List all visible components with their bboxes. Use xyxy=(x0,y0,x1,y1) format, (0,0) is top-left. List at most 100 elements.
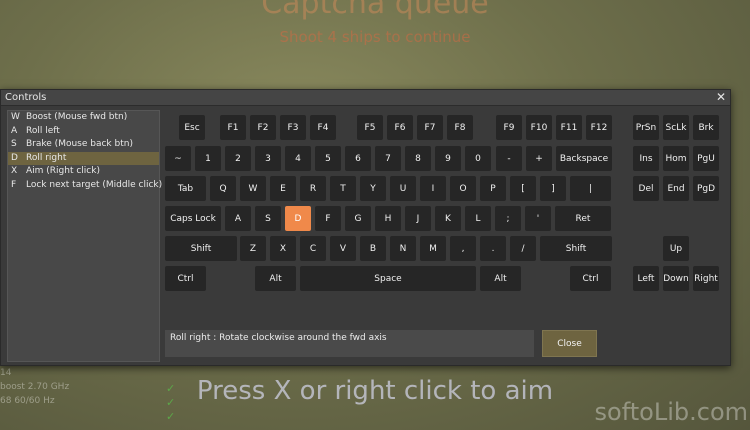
key-alt[interactable]: Alt xyxy=(255,266,296,291)
key-d[interactable]: D xyxy=(285,206,311,231)
key-l[interactable]: L xyxy=(465,206,491,231)
key-b[interactable]: B xyxy=(360,236,386,261)
key-del[interactable]: Del xyxy=(633,176,659,201)
key-q[interactable]: Q xyxy=(210,176,236,201)
key-symbol[interactable]: , xyxy=(450,236,476,261)
binding-item[interactable]: A Roll left xyxy=(8,125,159,139)
key-v[interactable]: V xyxy=(330,236,356,261)
controls-dialog: Controls ✕ W Boost (Mouse fwd btn) A Roll l… xyxy=(0,89,731,366)
key-1[interactable]: 1 xyxy=(195,146,221,171)
binding-action: Brake (Mouse back btn) xyxy=(26,139,133,149)
key-symbol[interactable]: ] xyxy=(540,176,566,201)
key-esc[interactable]: Esc xyxy=(179,115,205,140)
key-f8[interactable]: F8 xyxy=(447,115,473,140)
key-f12[interactable]: F12 xyxy=(586,115,612,140)
background-title: Captcha queue xyxy=(261,0,489,21)
key-s[interactable]: S xyxy=(255,206,281,231)
key-symbol[interactable]: | xyxy=(570,176,611,201)
key-hom[interactable]: Hom xyxy=(663,146,689,171)
key-ret[interactable]: Ret xyxy=(555,206,611,231)
binding-item[interactable]: S Brake (Mouse back btn) xyxy=(8,138,159,152)
key-brk[interactable]: Brk xyxy=(693,115,719,140)
key-x[interactable]: X xyxy=(270,236,296,261)
key-ins[interactable]: Ins xyxy=(633,146,659,171)
key-up[interactable]: Up xyxy=(663,236,689,261)
key-prsn[interactable]: PrSn xyxy=(633,115,659,140)
key-alt[interactable]: Alt xyxy=(480,266,521,291)
key-g[interactable]: G xyxy=(345,206,371,231)
key-symbol[interactable]: / xyxy=(510,236,536,261)
key-end[interactable]: End xyxy=(663,176,689,201)
key-symbol[interactable]: - xyxy=(496,146,522,171)
key-f9[interactable]: F9 xyxy=(496,115,522,140)
key-f2[interactable]: F2 xyxy=(250,115,276,140)
binding-action: Roll left xyxy=(26,125,60,136)
key-shift[interactable]: Shift xyxy=(540,236,612,261)
binding-item[interactable]: F Lock next target (Middle click) xyxy=(8,179,163,193)
key-symbol[interactable]: + xyxy=(526,146,552,171)
key-w[interactable]: W xyxy=(240,176,266,201)
key-f11[interactable]: F11 xyxy=(556,115,582,140)
key-n[interactable]: N xyxy=(390,236,416,261)
key-ctrl[interactable]: Ctrl xyxy=(165,266,206,291)
key-o[interactable]: O xyxy=(450,176,476,201)
binding-item[interactable]: W Boost (Mouse fwd btn) xyxy=(8,111,159,125)
key-space[interactable]: Space xyxy=(300,266,476,291)
key-r[interactable]: R xyxy=(300,176,326,201)
key-tab[interactable]: Tab xyxy=(165,176,206,201)
binding-key: F xyxy=(11,179,17,190)
key-4[interactable]: 4 xyxy=(285,146,311,171)
key-j[interactable]: J xyxy=(405,206,431,231)
key-sclk[interactable]: ScLk xyxy=(663,115,689,140)
key-capslock[interactable]: Caps Lock xyxy=(165,206,221,231)
binding-action: Aim (Right click) xyxy=(26,166,100,176)
key-3[interactable]: 3 xyxy=(255,146,281,171)
key-down[interactable]: Down xyxy=(663,266,689,291)
key-h[interactable]: H xyxy=(375,206,401,231)
key-symbol[interactable]: [ xyxy=(510,176,536,201)
key-right[interactable]: Right xyxy=(693,266,719,291)
key-6[interactable]: 6 xyxy=(345,146,371,171)
key-0[interactable]: 0 xyxy=(465,146,491,171)
key-f[interactable]: F xyxy=(315,206,341,231)
binding-item[interactable]: X Aim (Right click) xyxy=(8,165,159,179)
key-t[interactable]: T xyxy=(330,176,356,201)
key-f3[interactable]: F3 xyxy=(280,115,306,140)
binding-action: Lock next target (Middle click) xyxy=(26,179,163,190)
key-p[interactable]: P xyxy=(480,176,506,201)
key-2[interactable]: 2 xyxy=(225,146,251,171)
key-i[interactable]: I xyxy=(420,176,446,201)
key-9[interactable]: 9 xyxy=(435,146,461,171)
binding-item[interactable]: D Roll right xyxy=(8,151,159,165)
key-u[interactable]: U xyxy=(390,176,416,201)
key-f7[interactable]: F7 xyxy=(417,115,443,140)
key-pgu[interactable]: PgU xyxy=(693,146,719,171)
key-pgd[interactable]: PgD xyxy=(693,176,719,201)
key-f6[interactable]: F6 xyxy=(387,115,413,140)
key-shift[interactable]: Shift xyxy=(165,236,237,261)
key-ctrl[interactable]: Ctrl xyxy=(570,266,611,291)
key-e[interactable]: E xyxy=(270,176,296,201)
key-f10[interactable]: F10 xyxy=(526,115,552,140)
key-left[interactable]: Left xyxy=(633,266,659,291)
key-symbol[interactable]: ; xyxy=(495,206,521,231)
close-button[interactable]: Close xyxy=(542,330,597,357)
key-z[interactable]: Z xyxy=(240,236,266,261)
key-backspace[interactable]: Backspace xyxy=(556,146,612,171)
key-y[interactable]: Y xyxy=(360,176,386,201)
key-5[interactable]: 5 xyxy=(315,146,341,171)
key-symbol[interactable]: ~ xyxy=(165,146,191,171)
key-7[interactable]: 7 xyxy=(375,146,401,171)
key-symbol[interactable]: . xyxy=(480,236,506,261)
key-8[interactable]: 8 xyxy=(405,146,431,171)
background-subtitle: Shoot 4 ships to continue xyxy=(279,28,471,46)
key-symbol[interactable]: ' xyxy=(525,206,551,231)
key-f4[interactable]: F4 xyxy=(310,115,336,140)
key-f1[interactable]: F1 xyxy=(220,115,246,140)
key-f5[interactable]: F5 xyxy=(357,115,383,140)
close-icon[interactable]: ✕ xyxy=(716,90,726,105)
key-c[interactable]: C xyxy=(300,236,326,261)
key-k[interactable]: K xyxy=(435,206,461,231)
key-m[interactable]: M xyxy=(420,236,446,261)
key-a[interactable]: A xyxy=(225,206,251,231)
